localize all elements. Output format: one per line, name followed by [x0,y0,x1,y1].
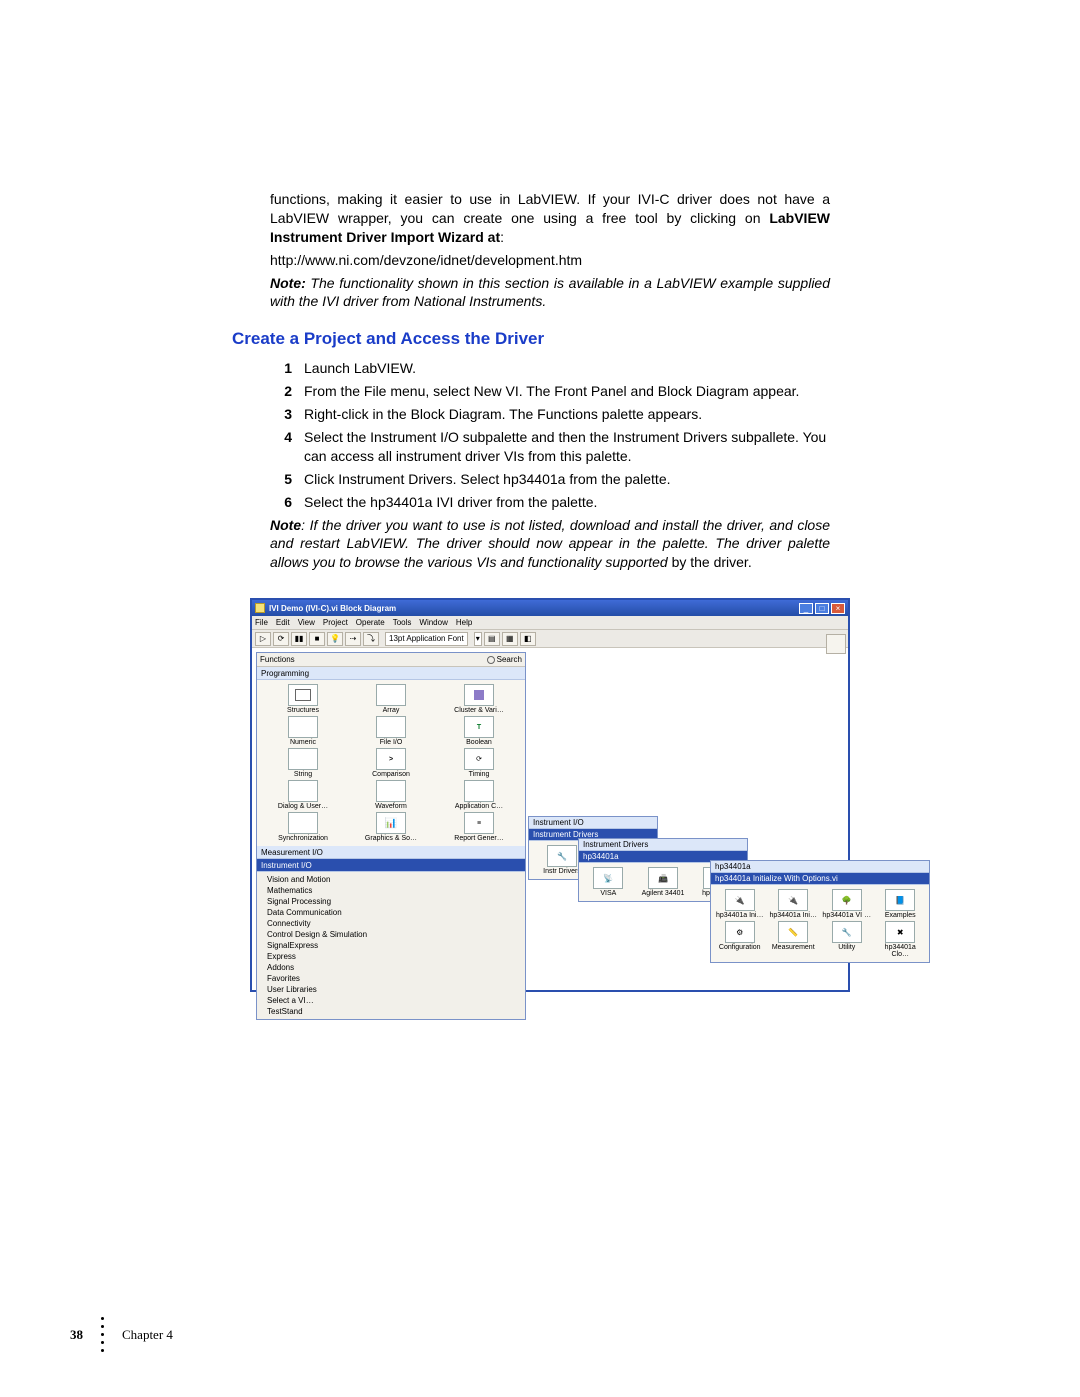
run-button[interactable]: ▷ [255,632,271,646]
functions-palette: Functions Search Programming Structures … [256,652,526,1020]
pl-express[interactable]: Express [257,951,525,962]
sub3-util[interactable]: 🔧Utility [822,921,872,958]
palette-row-instrument-io[interactable]: Instrument I/O [257,859,525,872]
palette-waveform[interactable]: Waveform [349,780,433,810]
pl-sigx[interactable]: SignalExpress [257,940,525,951]
window-titlebar: IVI Demo (IVI-C).vi Block Diagram _ □ × [252,600,848,616]
distribute-button[interactable]: ▦ [502,632,518,646]
palette-comparison[interactable]: Comparison [349,748,433,778]
run-cont-button[interactable]: ⟳ [273,632,289,646]
palette-timing[interactable]: Timing [437,748,521,778]
app-icon [255,603,265,613]
pl-fav[interactable]: Favorites [257,973,525,984]
palette-row-programming[interactable]: Programming [257,667,525,680]
toolbar: ▷ ⟳ ▮▮ ■ 💡 ⇢ ⤵ 13pt Application Font ▾ ▤… [252,630,848,648]
pl-userlib[interactable]: User Libraries [257,984,525,995]
palette-sync[interactable]: Synchronization [261,812,345,842]
palette-boolean[interactable]: Boolean [437,716,521,746]
menu-file[interactable]: File [255,618,268,627]
window-title: IVI Demo (IVI-C).vi Block Diagram [269,604,797,613]
chapter-label: Chapter 4 [122,1327,173,1343]
palette-cluster[interactable]: Cluster & Vari… [437,684,521,714]
sub1-header: Instrument I/O [529,817,657,829]
sub2-agilent[interactable]: 📠Agilent 34401 [638,867,689,897]
retain-button[interactable]: ⇢ [345,632,361,646]
pause-button[interactable]: ▮▮ [291,632,307,646]
note-2: Note: If the driver you want to use is n… [270,516,830,573]
menu-help[interactable]: Help [456,618,472,627]
palette-category-list: Vision and Motion Mathematics Signal Pro… [257,872,525,1019]
sub3-close[interactable]: ✖hp34401a Clo… [876,921,926,958]
highlight-button[interactable]: 💡 [327,632,343,646]
section-heading: Create a Project and Access the Driver [232,329,830,349]
menu-edit[interactable]: Edit [276,618,290,627]
palette-appctrl[interactable]: Application C… [437,780,521,810]
reorder-button[interactable]: ◧ [520,632,536,646]
palette-graphics[interactable]: Graphics & So… [349,812,433,842]
search-icon [487,656,495,664]
sub2-visa[interactable]: 📡VISA [583,867,634,897]
palette-numeric[interactable]: Numeric [261,716,345,746]
pl-signal[interactable]: Signal Processing [257,896,525,907]
sub3-init1[interactable]: 🔌hp34401a Ini… [715,889,765,919]
minimize-button[interactable]: _ [799,603,813,614]
palette-grid: Structures Array Cluster & Vari… Numeric… [257,680,525,846]
page-number: 38 [70,1327,83,1343]
close-button[interactable]: × [831,603,845,614]
context-help-icon[interactable] [826,634,846,654]
font-selector[interactable]: 13pt Application Font [385,632,468,646]
align-button[interactable]: ▤ [484,632,500,646]
menu-project[interactable]: Project [323,618,348,627]
pl-connect[interactable]: Connectivity [257,918,525,929]
pl-vision[interactable]: Vision and Motion [257,874,525,885]
sub2-header: Instrument Drivers [579,839,747,851]
footer-dots-icon [101,1317,104,1352]
subpalette-hp34401a: hp34401a hp34401a Initialize With Option… [710,860,930,963]
palette-row-measurement[interactable]: Measurement I/O [257,846,525,859]
palette-array[interactable]: Array [349,684,433,714]
palette-structures[interactable]: Structures [261,684,345,714]
page-footer: 38 Chapter 4 [70,1317,173,1352]
sub3-selected[interactable]: hp34401a Initialize With Options.vi [711,873,929,885]
embedded-screenshot: IVI Demo (IVI-C).vi Block Diagram _ □ × … [250,598,970,992]
labview-window: IVI Demo (IVI-C).vi Block Diagram _ □ × … [250,598,850,992]
pl-addons[interactable]: Addons [257,962,525,973]
maximize-button[interactable]: □ [815,603,829,614]
stop-button[interactable]: ■ [309,632,325,646]
intro-paragraph: functions, making it easier to use in La… [270,190,830,247]
sub3-config[interactable]: ⚙Configuration [715,921,765,958]
sub3-init2[interactable]: 🔌hp34401a Ini… [769,889,819,919]
font-dropdown-icon[interactable]: ▾ [474,632,482,646]
sub3-vitree[interactable]: 🌳hp34401a VI … [822,889,872,919]
pl-selectvi[interactable]: Select a VI… [257,995,525,1006]
pl-datacom[interactable]: Data Communication [257,907,525,918]
pl-teststand[interactable]: TestStand [257,1006,525,1017]
palette-string[interactable]: String [261,748,345,778]
palette-dialog[interactable]: Dialog & User… [261,780,345,810]
menu-operate[interactable]: Operate [356,618,385,627]
pl-ctrldes[interactable]: Control Design & Simulation [257,929,525,940]
steps-list: 1Launch LabVIEW. 2From the File menu, se… [270,359,830,511]
intro-url: http://www.ni.com/devzone/idnet/developm… [270,251,830,270]
palette-fileio[interactable]: File I/O [349,716,433,746]
step-button[interactable]: ⤵ [363,632,379,646]
palette-search[interactable]: Search [487,655,522,664]
menu-bar: File Edit View Project Operate Tools Win… [252,616,848,630]
intro-note: Note: The functionality shown in this se… [270,274,830,312]
sub3-examples[interactable]: 📘Examples [876,889,926,919]
palette-report[interactable]: Report Gener… [437,812,521,842]
pl-math[interactable]: Mathematics [257,885,525,896]
palette-title: Functions [260,655,295,664]
sub3-meas[interactable]: 📏Measurement [769,921,819,958]
menu-view[interactable]: View [298,618,315,627]
menu-window[interactable]: Window [419,618,447,627]
menu-tools[interactable]: Tools [393,618,412,627]
sub3-header: hp34401a [711,861,929,873]
